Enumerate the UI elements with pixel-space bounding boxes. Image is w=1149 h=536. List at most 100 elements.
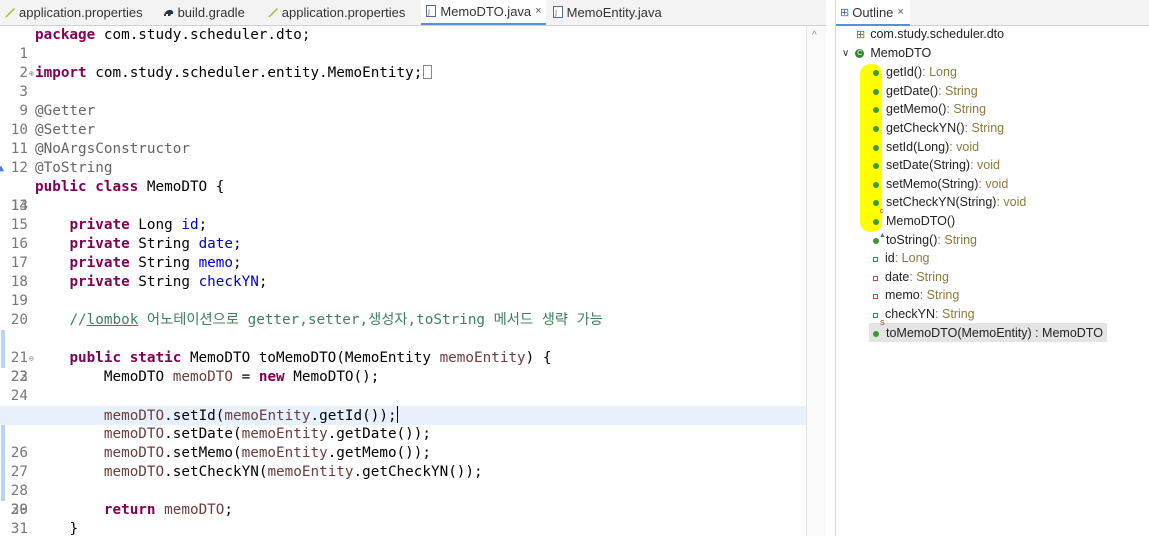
code-line[interactable]: 10 @Getter [0, 102, 806, 138]
code-line[interactable]: 21 //lombok 어노테이션으로 getter,setter,생성자,to… [0, 311, 806, 366]
outline-item-method[interactable]: setDate(String) : void [873, 156, 1000, 175]
properties-file-icon [267, 6, 279, 18]
member-type: : String [938, 83, 978, 98]
code-token: memoDTO [103, 445, 165, 461]
outline-tab-label: Outline [852, 4, 894, 20]
outline-view: ⊞ Outline × ⊞ com.study.scheduler.dto ∨ … [835, 0, 1149, 536]
code-token: private [69, 255, 130, 271]
code-token: // [69, 312, 87, 328]
code-token: .setCheckYN( [164, 464, 268, 480]
code-token: MemoDTO { [138, 179, 225, 195]
code-line[interactable]: 16 private Long id; [0, 216, 806, 252]
private-field-icon [873, 307, 878, 321]
outline-item-method[interactable]: getCheckYN() : String [873, 119, 1004, 138]
code-token: memoDTO [103, 426, 165, 442]
outline-item-field[interactable]: date : String [873, 268, 949, 287]
code-token: memoDTO [172, 369, 234, 385]
outline-item-field[interactable]: memo : String [873, 286, 959, 305]
code-token: memoEntity [439, 350, 526, 366]
code-line[interactable]: 9 [0, 83, 806, 119]
member-type: : void [970, 158, 1000, 173]
code-line[interactable]: 14 public class MemoDTO { [0, 178, 806, 214]
code-token: .setDate( [164, 426, 242, 442]
code-line[interactable]: 29 memoDTO.setCheckYN(memoEntity.getChec… [0, 463, 806, 518]
close-icon[interactable]: × [535, 5, 541, 17]
outline-item-method[interactable]: setCheckYN(String) : void [873, 193, 1026, 212]
tab-application-properties-1[interactable]: application.properties [0, 0, 147, 25]
outline-class[interactable]: ∨ C MemoDTO [842, 44, 931, 63]
code-token: ; [233, 255, 242, 271]
member-name: setDate(String) [886, 158, 971, 173]
code-line[interactable]: 12 @NoArgsConstructor [0, 140, 806, 176]
code-token: checkYN [198, 274, 259, 290]
code-line[interactable]: 19 private String checkYN; [0, 273, 806, 309]
folded-region-icon[interactable] [423, 65, 433, 79]
code-line[interactable]: 3 ⊕ import com.study.scheduler.entity.Me… [0, 64, 806, 100]
outline-item-method[interactable]: getDate() : String [873, 82, 978, 101]
code-line[interactable]: 1 package com.study.scheduler.dto; [0, 26, 806, 62]
scroll-up-arrow-icon[interactable]: ^ [812, 30, 817, 41]
code-token: .getMemo()); [327, 445, 431, 461]
outline-item-method[interactable]: getMemo() : String [873, 100, 986, 119]
code-line[interactable]: 23 ⊖ public static MemoDTO toMemoDTO(Mem… [0, 349, 806, 385]
chevron-down-icon[interactable]: ∨ [842, 48, 849, 59]
code-line[interactable]: 18 private String memo; [0, 254, 806, 290]
outline-item-field[interactable]: checkYN : String [873, 305, 975, 324]
code-token: ; [258, 274, 268, 290]
override-marker-icon: ▲ [0, 163, 5, 174]
public-method-icon [873, 121, 879, 135]
code-token: date [198, 236, 234, 252]
code-line[interactable]: 31 return memoDTO; [0, 501, 806, 536]
tab-build-gradle[interactable]: build.gradle [159, 0, 249, 25]
code-text-area[interactable]: 1 package com.study.scheduler.dto; 2 3 ⊕… [0, 26, 826, 536]
tab-memoentity-java[interactable]: J MemoEntity.java [548, 0, 666, 25]
outline-item-field[interactable]: id : Long [873, 249, 930, 268]
close-icon[interactable]: × [897, 6, 903, 18]
code-line[interactable]: 15 [0, 197, 806, 233]
code-line[interactable]: 22 [0, 330, 806, 385]
tab-outline[interactable]: ⊞ Outline × [836, 0, 910, 26]
code-line[interactable]: 25 [0, 387, 806, 423]
member-type: : String [937, 232, 978, 247]
tab-memodto-java[interactable]: J MemoDTO.java × [421, 0, 546, 25]
outline-item-method[interactable]: getId() : Long [873, 63, 957, 82]
outline-item-method[interactable]: ▲ toString() : String [873, 230, 977, 249]
tab-label: build.gradle [177, 4, 245, 20]
code-token: @Getter [35, 103, 96, 119]
code-line[interactable]: ▲ 13 @ToString [0, 159, 806, 214]
tab-application-properties-2[interactable]: application.properties [263, 0, 410, 25]
code-editor[interactable]: application.properties build.gradle appl… [0, 0, 826, 536]
code-line[interactable]: 27 memoDTO.setDate(memoEntity.getDate())… [0, 425, 806, 480]
code-token: @NoArgsConstructor [35, 141, 190, 157]
outline-item-method[interactable]: setMemo(String) : void [873, 175, 1008, 194]
member-name: date [885, 269, 910, 284]
code-line[interactable]: 17 private String date; [0, 235, 806, 271]
fold-minus-icon[interactable]: ⊖ [29, 349, 34, 368]
code-line[interactable]: 24 MemoDTO memoDTO = new MemoDTO(); [0, 368, 806, 404]
code-token: memoEntity [241, 426, 328, 442]
code-line[interactable]: 30 [0, 482, 806, 518]
code-token: @ToString [35, 160, 113, 176]
code-token: .getId()); [310, 408, 397, 424]
code-token: .getDate()); [327, 426, 431, 442]
code-line[interactable]: 20 [0, 292, 806, 328]
outline-package[interactable]: ⊞ com.study.scheduler.dto [856, 25, 1004, 44]
outline-item-method-selected[interactable]: S toMemoDTO(MemoEntity) : MemoDTO [869, 320, 1107, 342]
class-name: MemoDTO [870, 46, 932, 61]
code-token: private [69, 274, 130, 290]
outline-item-constructor[interactable]: c MemoDTO() [873, 208, 955, 231]
code-line[interactable]: 28 memoDTO.setMemo(memoEntity.getMemo())… [0, 444, 806, 499]
code-token: import [35, 65, 87, 81]
code-token: String [129, 274, 199, 290]
code-token: String [129, 255, 199, 271]
code-line[interactable]: 11 @Setter [0, 121, 806, 157]
overview-ruler[interactable]: ^ [806, 26, 826, 536]
member-type: : void [978, 176, 1009, 191]
fold-plus-icon[interactable]: ⊕ [29, 64, 34, 83]
public-method-icon [873, 177, 879, 191]
code-line[interactable]: 32 } [0, 520, 806, 536]
outline-item-method[interactable]: setId(Long) : void [873, 137, 979, 156]
current-code-line[interactable]: 26 memoDTO.setId(memoEntity.getId()); [0, 406, 806, 461]
code-line[interactable]: 2 [0, 45, 806, 81]
editor-tab-bar: application.properties build.gradle appl… [0, 0, 826, 26]
